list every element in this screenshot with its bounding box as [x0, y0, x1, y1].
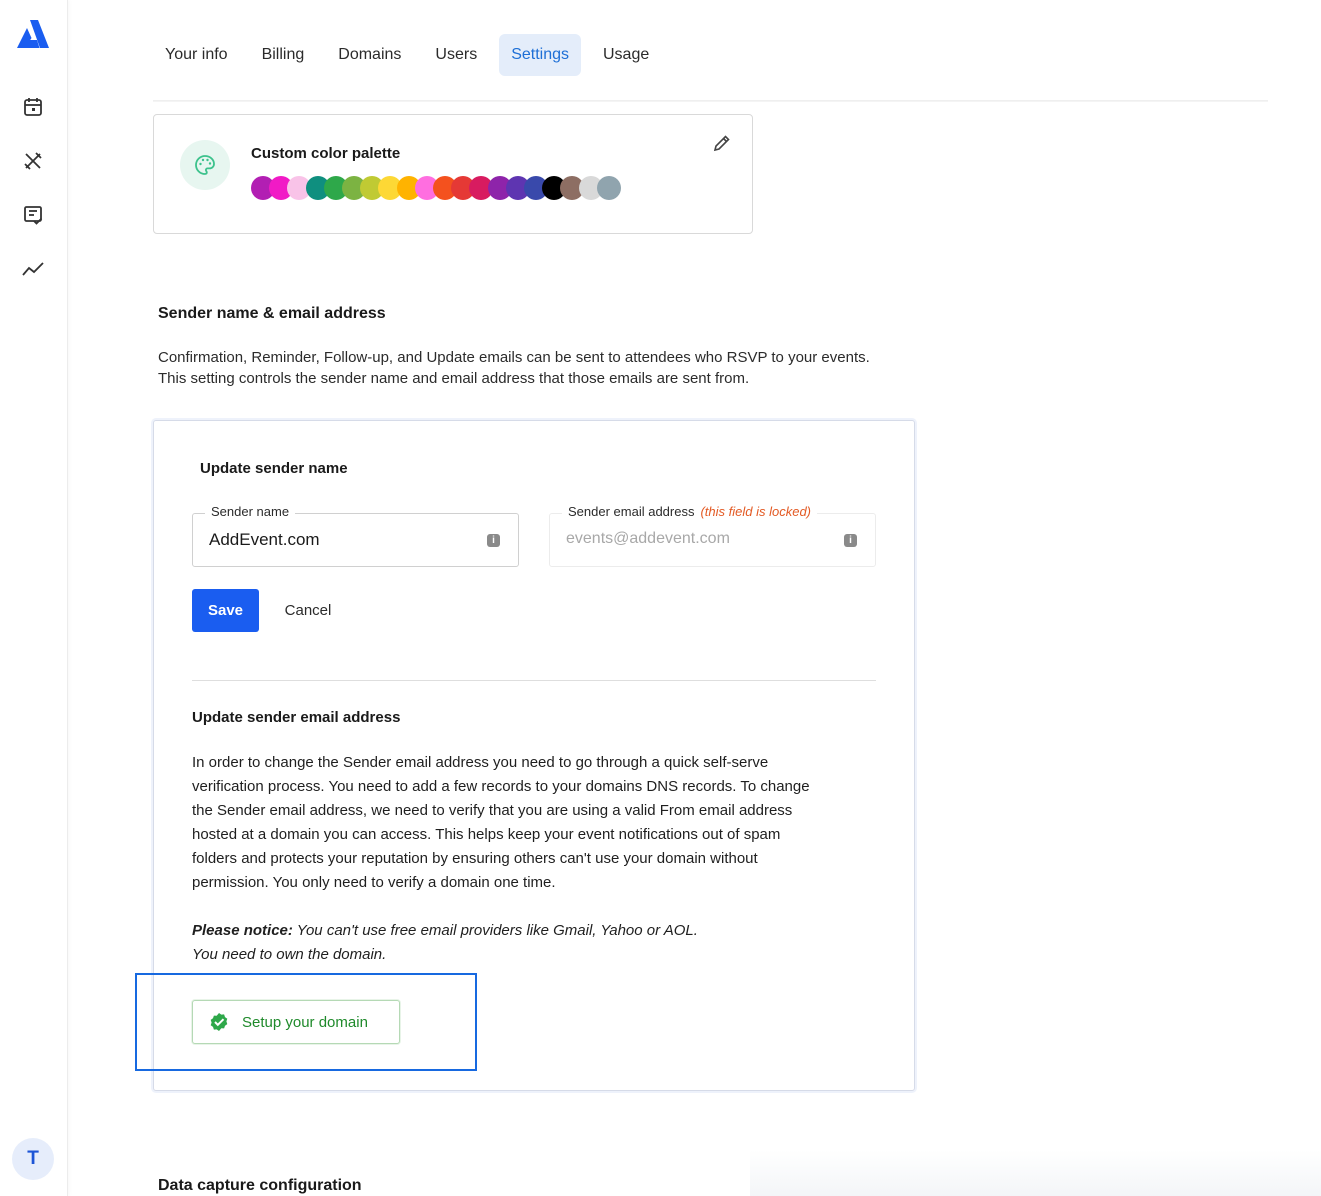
- color-swatch: [596, 176, 621, 200]
- palette-title: Custom color palette: [251, 145, 401, 162]
- sender-name-value[interactable]: AddEvent.com: [209, 530, 320, 550]
- tab-domains[interactable]: Domains: [326, 34, 413, 76]
- avatar-initial: T: [27, 1148, 39, 1169]
- notice-text: Please notice: You can't use free email …: [192, 922, 698, 963]
- checklist-icon[interactable]: [20, 202, 46, 228]
- data-capture-title: Data capture configuration: [158, 1177, 362, 1194]
- avatar[interactable]: T: [12, 1138, 54, 1180]
- sender-email-label: Sender email address (this field is locke…: [562, 504, 818, 519]
- palette-icon: [180, 140, 230, 190]
- tab-usage[interactable]: Usage: [591, 34, 661, 76]
- tab-divider: [153, 100, 1268, 102]
- info-icon[interactable]: i: [487, 534, 500, 547]
- divider: [192, 680, 876, 681]
- analytics-icon[interactable]: [20, 256, 46, 282]
- sender-email-value: events@addevent.com: [566, 530, 730, 547]
- tab-users[interactable]: Users: [423, 34, 489, 76]
- color-palette-card: Custom color palette: [153, 114, 753, 234]
- tab-billing[interactable]: Billing: [250, 34, 317, 76]
- highlight-annotation: [135, 973, 477, 1071]
- settings-tabs: Your info Billing Domains Users Settings…: [153, 34, 671, 76]
- calendar-icon[interactable]: [20, 94, 46, 120]
- edit-pencil-icon[interactable]: [712, 133, 734, 155]
- sender-section-description: Confirmation, Reminder, Follow-up, and U…: [158, 347, 958, 389]
- tab-your-info[interactable]: Your info: [153, 34, 240, 76]
- verification-explanation: In order to change the Sender email addr…: [192, 754, 810, 891]
- description-line: This setting controls the sender name an…: [158, 370, 750, 387]
- left-rail: T: [0, 0, 68, 1196]
- tools-icon[interactable]: [20, 148, 46, 174]
- color-swatches[interactable]: [251, 176, 631, 200]
- cancel-button[interactable]: Cancel: [270, 589, 346, 632]
- update-sender-email-title: Update sender email address: [192, 709, 401, 726]
- info-icon[interactable]: i: [844, 534, 857, 547]
- update-sender-name-title: Update sender name: [200, 460, 348, 477]
- tab-settings[interactable]: Settings: [499, 34, 581, 76]
- sender-name-label: Sender name: [205, 504, 296, 519]
- sender-name-field[interactable]: Sender name AddEvent.com i: [192, 504, 519, 567]
- sender-email-field: Sender email address (this field is locke…: [549, 504, 876, 567]
- bottom-fade: [750, 1150, 1321, 1196]
- description-line: Confirmation, Reminder, Follow-up, and U…: [158, 349, 870, 366]
- save-button[interactable]: Save: [192, 589, 259, 632]
- locked-note: (this field is locked): [700, 504, 812, 519]
- sender-section-title: Sender name & email address: [158, 305, 386, 322]
- addevent-logo[interactable]: [16, 18, 50, 50]
